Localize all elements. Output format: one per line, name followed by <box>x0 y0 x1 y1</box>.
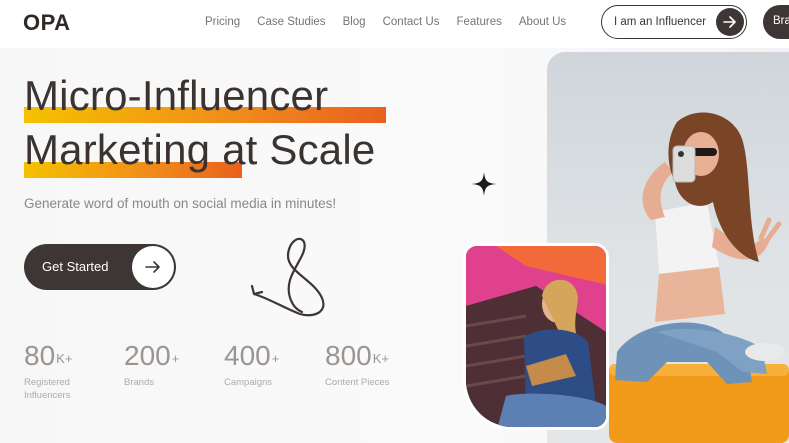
stat-value: 400+ <box>224 340 280 371</box>
stat-brands: 200+ Brands <box>124 340 194 389</box>
get-started-button[interactable]: Get Started <box>24 244 176 290</box>
nav-link-features[interactable]: Features <box>456 16 501 28</box>
logo[interactable]: OPA <box>23 10 71 36</box>
nav-link-about-us[interactable]: About Us <box>519 16 566 28</box>
stat-label: Registered Influencers <box>24 377 71 401</box>
arrow-right-icon <box>716 8 744 36</box>
stat-label: Campaigns <box>224 377 273 388</box>
get-started-label: Get Started <box>42 259 109 274</box>
stat-value: 80K+ <box>24 340 73 371</box>
stat-campaigns: 400+ Campaigns <box>224 340 294 389</box>
stat-content-pieces: 800K+ Content Pieces <box>325 340 395 389</box>
hero-subtitle: Generate word of mouth on social media i… <box>24 196 337 211</box>
hero-title-line-2: Marketing at Scale <box>24 126 376 173</box>
influencer-button[interactable]: I am an Influencer <box>601 5 747 39</box>
hero-title-line-1: Micro-Influencer <box>24 72 329 119</box>
hero-photo-secondary <box>463 243 609 430</box>
arrow-right-icon <box>132 246 174 288</box>
nav-link-contact-us[interactable]: Contact Us <box>383 16 440 28</box>
stat-value: 800K+ <box>325 340 389 371</box>
influencer-button-label: I am an Influencer <box>614 16 707 28</box>
nav-link-blog[interactable]: Blog <box>343 16 366 28</box>
nav-link-pricing[interactable]: Pricing <box>205 16 240 28</box>
stat-label: Content Pieces <box>325 377 390 388</box>
stat-influencers: 80K+ Registered Influencers <box>24 340 94 402</box>
nav-links: Pricing Case Studies Blog Contact Us Fea… <box>205 16 566 28</box>
nav-link-case-studies[interactable]: Case Studies <box>257 16 325 28</box>
stat-value: 200+ <box>124 340 180 371</box>
sparkle-icon <box>472 172 496 196</box>
stat-label: Brands <box>124 377 155 388</box>
top-navbar: OPA Pricing Case Studies Blog Contact Us… <box>0 0 789 48</box>
squiggle-arrow-icon <box>250 237 325 317</box>
brand-button[interactable]: Bra <box>763 5 789 39</box>
